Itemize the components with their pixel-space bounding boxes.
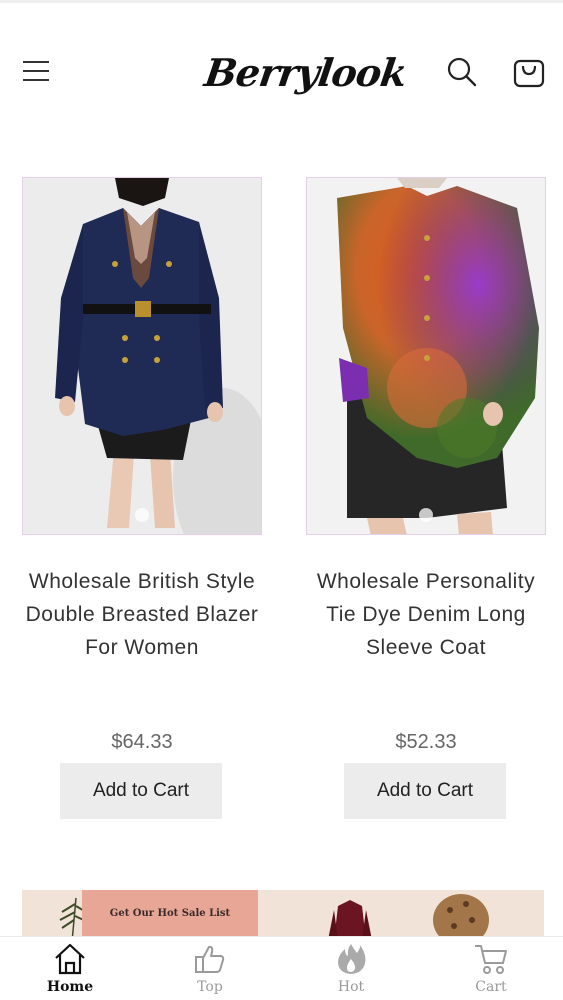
leopard-scarf-photo	[433, 894, 489, 940]
nav-top-label: Top	[197, 979, 223, 995]
header: Berrylook	[0, 0, 563, 130]
search-icon	[447, 57, 477, 87]
menu-icon-line	[23, 79, 49, 81]
thumbs-up-icon	[195, 945, 225, 973]
nav-hot-label: Hot	[337, 979, 365, 995]
product-title[interactable]: Wholesale British Style Double Breasted …	[22, 565, 262, 664]
hot-sale-banner[interactable]: Get Our Hot Sale List	[22, 890, 544, 940]
product-card[interactable]: Wholesale Personality Tie Dye Denim Long…	[306, 177, 546, 819]
bottom-navigation: Home Top Hot Cart	[0, 936, 563, 1000]
cart-icon	[475, 945, 507, 974]
menu-button[interactable]	[20, 55, 54, 87]
nav-top[interactable]: Top	[140, 937, 280, 1000]
nav-home[interactable]: Home	[0, 937, 140, 1000]
shopping-bag-button[interactable]	[510, 52, 548, 90]
top-divider	[0, 0, 563, 3]
add-to-cart-button[interactable]: Add to Cart	[60, 763, 222, 819]
add-to-cart-button[interactable]: Add to Cart	[344, 763, 506, 819]
navy-blazer-photo	[23, 178, 261, 534]
nav-home-label: Home	[46, 979, 94, 995]
product-title[interactable]: Wholesale Personality Tie Dye Denim Long…	[306, 565, 546, 664]
nav-cart-label: Cart	[475, 979, 507, 995]
home-icon	[55, 943, 85, 975]
banner-text: Get Our Hot Sale List	[109, 908, 231, 919]
product-price: $64.33	[111, 731, 173, 753]
brand-logo[interactable]: Berrylook	[200, 38, 409, 108]
menu-icon-line	[23, 61, 49, 63]
product-image[interactable]	[306, 177, 546, 535]
carousel-dot[interactable]	[135, 508, 149, 522]
burgundy-jacket-photo	[328, 900, 372, 940]
product-price: $52.33	[395, 731, 457, 753]
carousel-dot[interactable]	[419, 508, 433, 522]
tie-dye-coat-photo	[307, 178, 545, 534]
shopping-bag-icon	[513, 59, 545, 88]
product-card[interactable]: Wholesale British Style Double Breasted …	[22, 177, 262, 819]
flame-icon	[338, 944, 366, 974]
menu-icon-line	[23, 70, 49, 72]
nav-cart[interactable]: Cart	[421, 937, 561, 1000]
product-image[interactable]	[22, 177, 262, 535]
nav-hot[interactable]: Hot	[281, 937, 421, 1000]
search-button[interactable]	[444, 54, 480, 90]
